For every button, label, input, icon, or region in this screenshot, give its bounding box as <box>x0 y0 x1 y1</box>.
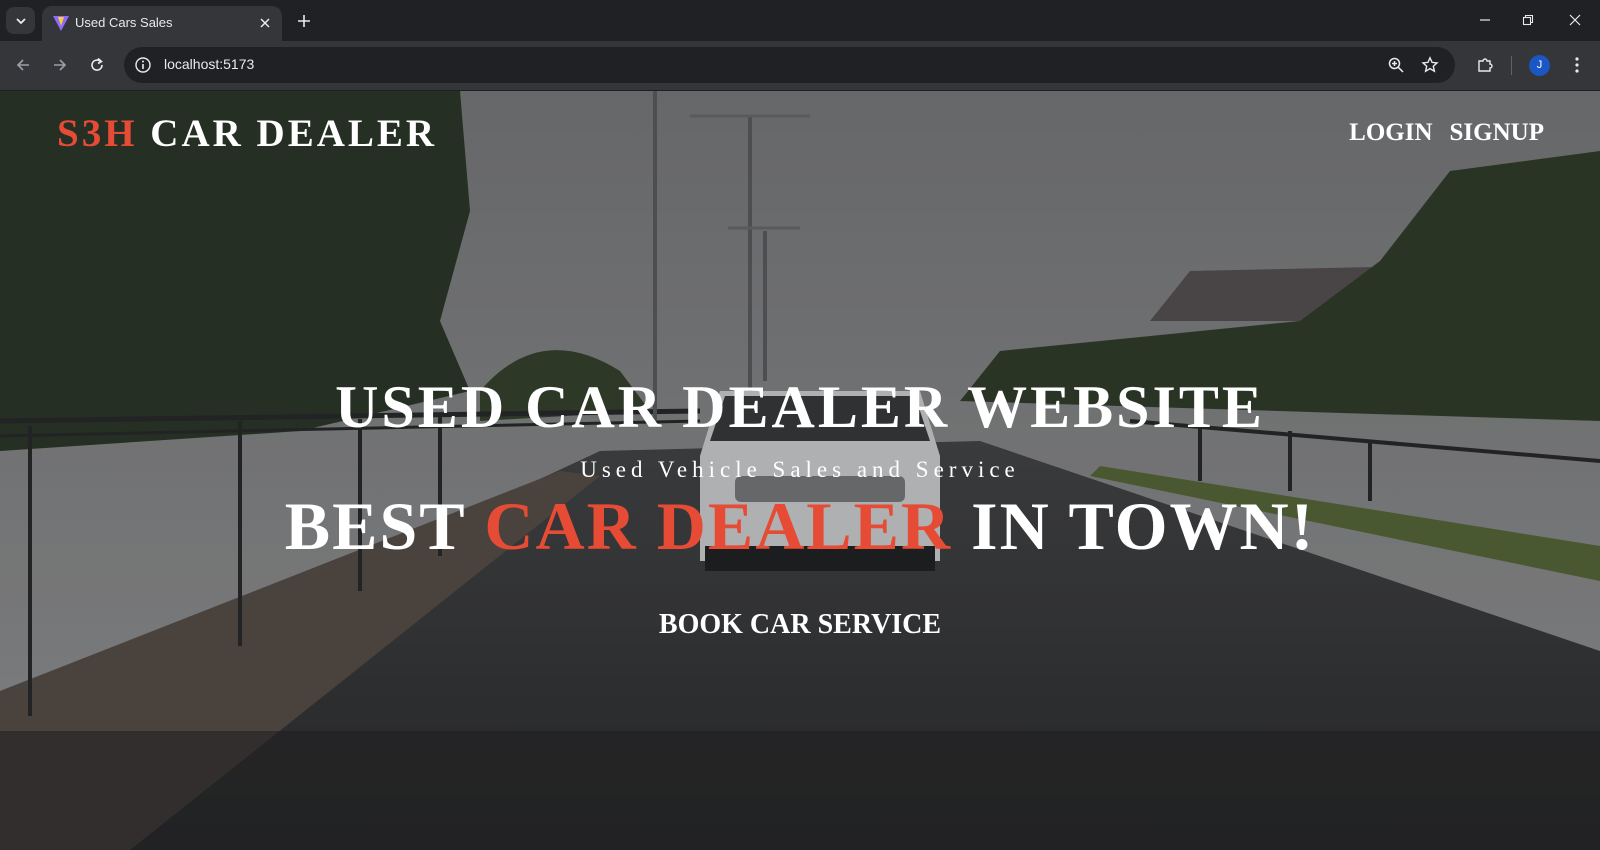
address-bar[interactable]: localhost:5173 <box>124 47 1455 83</box>
info-icon[interactable] <box>134 56 152 74</box>
hero-title: USED CAR DEALER WEBSITE <box>335 374 1265 440</box>
arrow-right-icon <box>54 59 67 71</box>
signup-link[interactable]: SIGNUP <box>1450 119 1544 147</box>
logo-text: CAR DEALER <box>150 112 438 155</box>
plus-icon[interactable] <box>294 11 314 31</box>
tab-search-button[interactable] <box>6 7 35 34</box>
tab-title: Used Cars Sales <box>75 15 173 30</box>
vite-icon <box>53 16 69 31</box>
restore-button[interactable] <box>1515 8 1541 32</box>
tagline-end: IN TOWN! <box>971 488 1316 564</box>
browser-toolbar: localhost:5173 J <box>0 41 1600 91</box>
browser-tab[interactable]: Used Cars Sales <box>42 6 282 41</box>
page-viewport: S3H CAR DEALER LOGIN SIGNUP USED CAR DEA… <box>0 91 1600 850</box>
tagline-accent: CAR DEALER <box>484 488 953 564</box>
logo-accent: S3H <box>57 112 138 155</box>
browser-menu-button[interactable] <box>1567 55 1587 75</box>
chevron-down-icon <box>15 17 26 24</box>
hero-tagline: BEST CAR DEALER IN TOWN! <box>0 487 1600 566</box>
extensions-button[interactable] <box>1475 55 1495 75</box>
close-window-button[interactable] <box>1562 8 1588 32</box>
minimize-button[interactable] <box>1472 8 1498 32</box>
profile-avatar[interactable]: J <box>1529 55 1550 76</box>
forward-button[interactable] <box>50 55 70 75</box>
browser-title-bar: Used Cars Sales <box>0 0 1600 41</box>
url-text[interactable]: localhost:5173 <box>164 56 254 72</box>
close-icon[interactable] <box>258 16 272 30</box>
site-logo[interactable]: S3H CAR DEALER <box>57 111 437 156</box>
more-vert-icon <box>1575 57 1579 73</box>
close-icon <box>1569 14 1581 26</box>
login-link[interactable]: LOGIN <box>1349 119 1432 147</box>
book-car-service-button[interactable]: BOOK CAR SERVICE <box>659 609 941 640</box>
star-icon[interactable] <box>1421 56 1439 74</box>
reload-icon <box>91 57 103 71</box>
top-nav: LOGIN SIGNUP <box>1349 119 1544 147</box>
reload-button[interactable] <box>87 55 107 75</box>
puzzle-icon <box>1478 58 1493 72</box>
back-button[interactable] <box>13 55 33 75</box>
restore-icon <box>1522 14 1534 26</box>
minimize-icon <box>1480 19 1490 21</box>
zoom-icon[interactable] <box>1387 56 1405 74</box>
arrow-left-icon <box>16 59 29 71</box>
cta-container: BOOK CAR SERVICE <box>0 609 1600 641</box>
hero-subtitle: Used Vehicle Sales and Service <box>580 457 1020 482</box>
toolbar-divider <box>1511 56 1512 75</box>
tagline-start: BEST <box>284 488 466 564</box>
